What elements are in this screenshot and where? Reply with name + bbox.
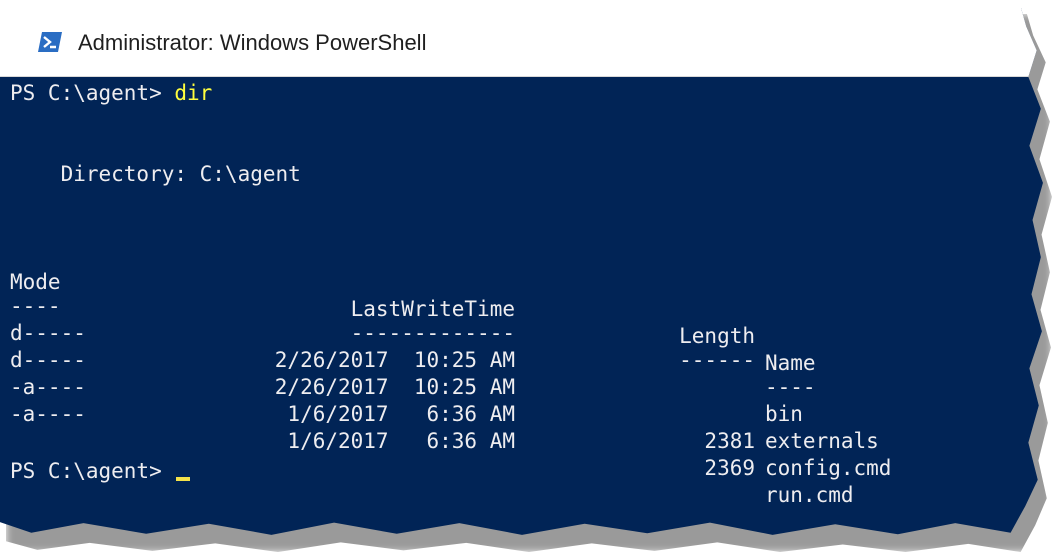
prompt: PS C:\agent> [10, 459, 175, 483]
table-row: -a---- 1/6/2017 6:36 AM 2369 run.cmd [10, 374, 1010, 507]
command-text: dir [174, 81, 213, 105]
row-mode: -a---- [10, 402, 86, 426]
screenshot-frame: Administrator: Windows PowerShell PS C:\… [0, 0, 1056, 558]
command-line: PS C:\agent> dir [10, 80, 212, 107]
text-cursor [176, 477, 191, 481]
prompt: PS C:\agent> [10, 81, 175, 105]
window-title: Administrator: Windows PowerShell [78, 30, 427, 55]
row-name: bin [765, 402, 803, 426]
console-output[interactable]: PS C:\agent> dir Directory: C:\agent Mod… [10, 80, 1043, 535]
powershell-icon [38, 32, 62, 52]
row-name: config.cmd [765, 456, 892, 480]
table-header-underline: ---- ------------- ------ ---- [10, 266, 1010, 399]
row-name: run.cmd [765, 483, 854, 507]
title-bar[interactable]: Administrator: Windows PowerShell [0, 8, 1043, 77]
row-name: externals [765, 429, 879, 453]
directory-label: Directory: C:\agent [10, 162, 301, 186]
row-lastwritetime: 1/6/2017 6:36 AM [287, 429, 515, 453]
table-header: Mode LastWriteTime Length Name [10, 242, 1010, 375]
table-row: d----- 2/26/2017 10:25 AM bin [10, 293, 1010, 426]
table-row: d----- 2/26/2017 10:25 AM externals [10, 320, 1010, 453]
table-row: -a---- 1/6/2017 6:36 AM 2381 config.cmd [10, 347, 1010, 480]
powershell-window: Administrator: Windows PowerShell PS C:\… [0, 8, 1043, 535]
input-line[interactable]: PS C:\agent> [10, 458, 191, 485]
